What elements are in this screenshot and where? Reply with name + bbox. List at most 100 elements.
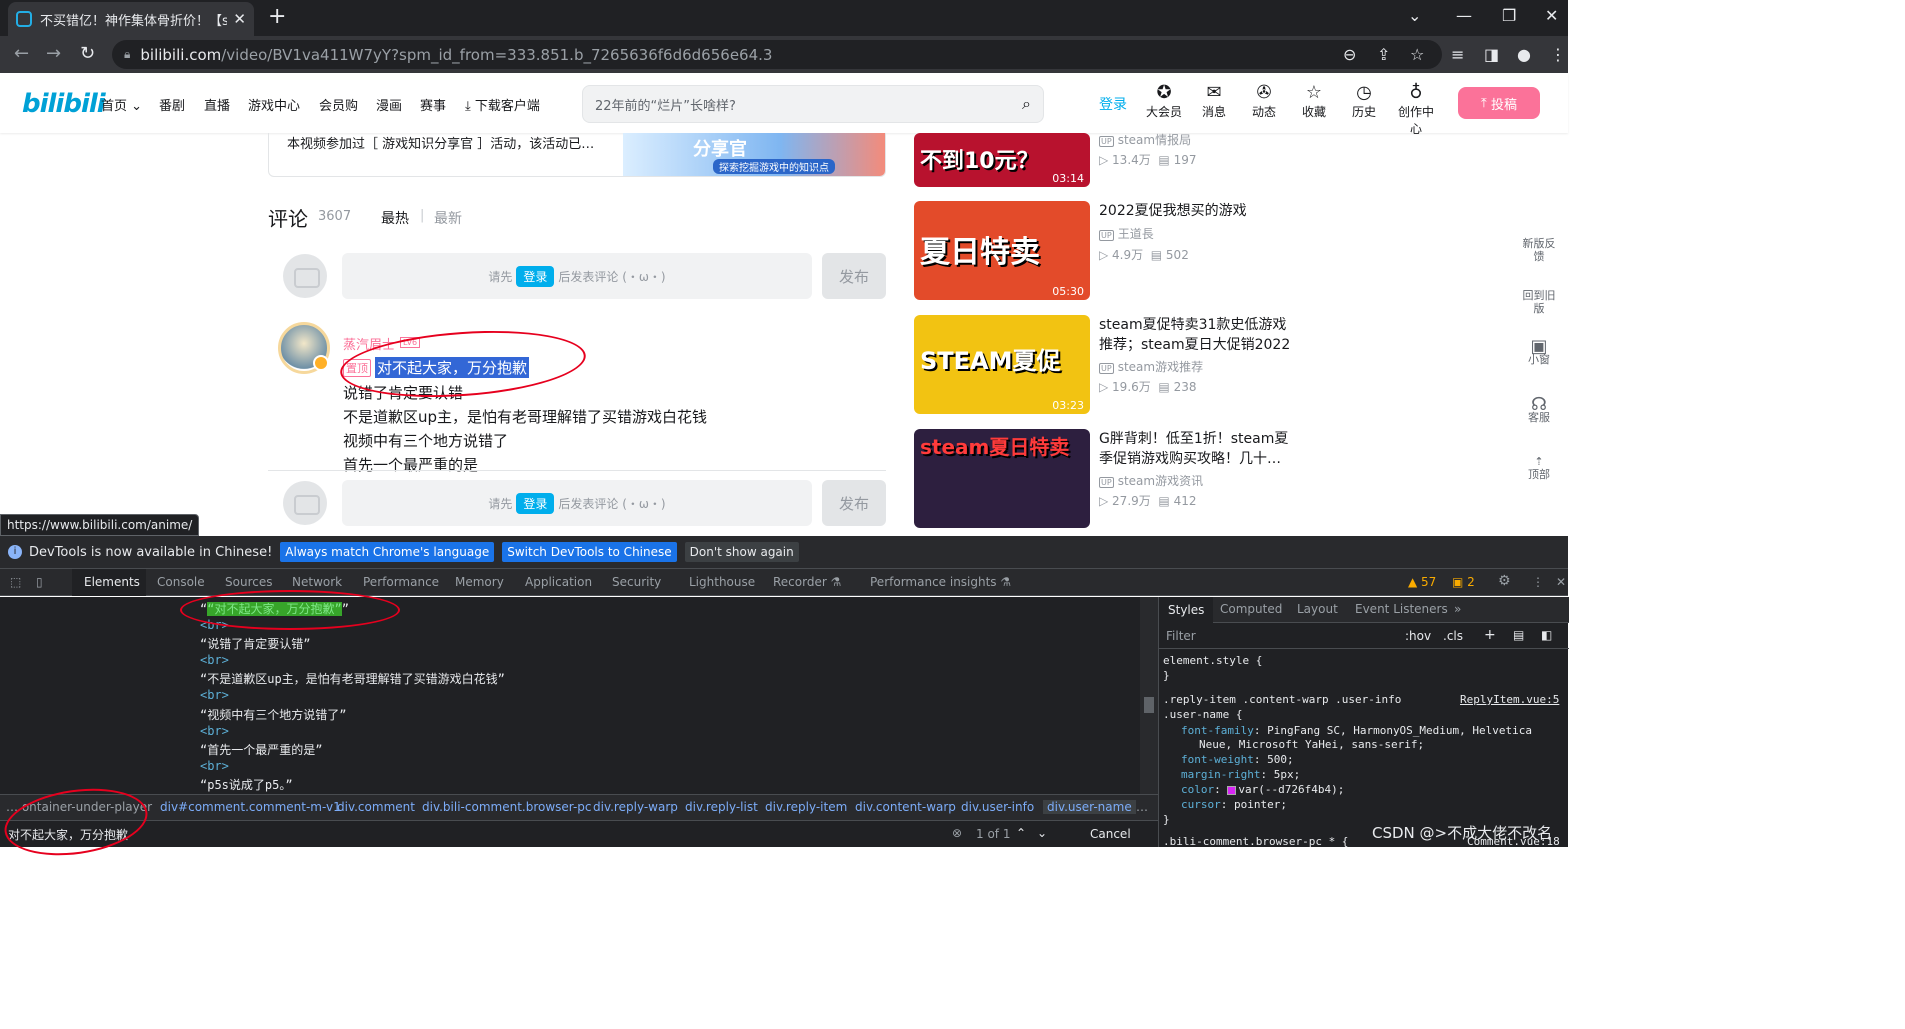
upload-button[interactable]: ⤒ 投稿 (1458, 87, 1540, 119)
video-up-name[interactable]: UP steam游戏推荐 (1099, 358, 1203, 375)
search-input[interactable]: 22年前的“烂片”长啥样? ⌕ (582, 85, 1044, 123)
nav-home[interactable]: 首页 ⌄ (101, 95, 142, 114)
new-tab-icon[interactable]: + (268, 6, 286, 28)
user-avatar[interactable] (278, 322, 330, 374)
forward-icon[interactable]: → (46, 43, 61, 64)
nav-bangumi[interactable]: 番剧 (159, 95, 185, 114)
nav-manga[interactable]: 漫画 (376, 95, 402, 114)
elements-dom-tree[interactable]: ““对不起大家，万分抱歉”” <br> “说错了肯定要认错” <br> “不是道… (0, 597, 1158, 794)
breadcrumb-item[interactable]: div#comment.comment-m-v1 (160, 800, 341, 814)
address-bar[interactable]: 🔒︎ bilibili.com /video/BV1va411W7yY?spm_… (112, 40, 1442, 69)
vip-button[interactable]: ✪ 大会员 (1144, 83, 1184, 120)
old-version-button[interactable]: 回到旧版 (1520, 289, 1558, 315)
video-thumbnail[interactable]: 夏日特卖 05:30 (914, 201, 1090, 300)
share-icon[interactable]: ⇪ (1377, 45, 1390, 64)
sort-new-tab[interactable]: 最新 (434, 208, 462, 228)
switch-chinese-button[interactable]: Switch DevTools to Chinese (502, 542, 677, 562)
favorites-button[interactable]: ☆ 收藏 (1294, 83, 1334, 120)
publish-button-bottom[interactable]: 发布 (822, 480, 886, 526)
bookmark-star-icon[interactable]: ☆ (1410, 45, 1424, 64)
bilibili-logo[interactable]: bilibili (22, 89, 106, 119)
color-swatch[interactable] (1227, 785, 1237, 795)
tab-security[interactable]: Security (612, 575, 661, 589)
dom-text-node[interactable]: “不是道歉区up主，是怕有老哥理解错了买错游戏白花钱” (200, 670, 505, 687)
inspect-element-icon[interactable]: ⬚ (10, 575, 21, 589)
dom-br-node[interactable]: <br> (200, 653, 229, 667)
tab-styles[interactable]: Styles (1159, 597, 1214, 623)
minimize-icon[interactable]: — (1456, 6, 1472, 25)
publish-button[interactable]: 发布 (822, 253, 886, 299)
search-icon[interactable]: ⌕ (1022, 94, 1031, 114)
class-toggle[interactable]: .cls (1443, 629, 1463, 643)
breadcrumb-item[interactable]: div.bili-comment.browser-pc (422, 800, 592, 814)
comment-input-box-bottom[interactable]: 请先 登录 后发表评论 (・ω・) (342, 480, 812, 526)
tab-search-icon[interactable]: ⌄ (1408, 6, 1421, 25)
previous-match-icon[interactable]: ⌃ (1016, 826, 1026, 840)
comment-login-button[interactable]: 登录 (516, 265, 555, 287)
tab-performance[interactable]: Performance (363, 575, 439, 589)
breadcrumb-item-selected[interactable]: div.user-name (1043, 800, 1136, 814)
mini-window-button[interactable]: ▣ 小窗 (1520, 338, 1558, 367)
reading-list-icon[interactable]: ≡ (1451, 45, 1464, 64)
dom-text-node[interactable]: “视频中有三个地方说错了” (200, 706, 346, 723)
toggle-sidebar-icon[interactable]: ◧ (1541, 628, 1552, 642)
comment-input-box[interactable]: 请先 登录 后发表评论 (・ω・) (342, 253, 812, 299)
next-match-icon[interactable]: ⌄ (1037, 826, 1047, 840)
sort-hot-tab[interactable]: 最热 (381, 208, 409, 228)
css-declaration[interactable]: color: var(--d726f4b4); (1181, 783, 1344, 796)
breadcrumb-item[interactable]: div.reply-item (765, 800, 847, 814)
tab-sources[interactable]: Sources (225, 575, 272, 589)
close-tab-icon[interactable]: ✕ (233, 10, 246, 28)
nav-esports[interactable]: 赛事 (420, 95, 446, 114)
dom-br-node[interactable]: <br> (200, 724, 229, 738)
tab-console[interactable]: Console (157, 575, 205, 589)
profile-icon[interactable]: ● (1517, 45, 1531, 64)
comment-login-button[interactable]: 登录 (516, 492, 555, 514)
tab-performance-insights[interactable]: Performance insights ⚗ (870, 575, 1011, 589)
reload-icon[interactable]: ↻ (80, 43, 95, 64)
activity-banner[interactable]: 本视频参加过［ 游戏知识分享官 ］活动，该活动已… 分享官 探索挖掘游戏中的知识… (268, 133, 886, 177)
video-up-name[interactable]: UP steam情报局 (1099, 131, 1191, 148)
video-title[interactable]: 2022夏促我想买的游戏 (1099, 201, 1299, 221)
styles-filter[interactable]: Filter :hov .cls + ▤ ◧ (1159, 623, 1569, 649)
tab-more[interactable]: » (1454, 602, 1461, 616)
video-title[interactable]: steam夏促特卖31款史低游戏推荐；steam夏日大促销2022 (1099, 315, 1299, 355)
tab-layout[interactable]: Layout (1297, 602, 1338, 616)
dynamics-button[interactable]: ✇ 动态 (1244, 83, 1284, 120)
nav-game-center[interactable]: 游戏中心 (248, 95, 300, 114)
add-rule-icon[interactable]: + (1484, 627, 1496, 643)
tab-elements[interactable]: Elements (72, 569, 146, 596)
feedback-button[interactable]: 新版反馈 (1520, 237, 1558, 263)
messages-button[interactable]: ✉ 消息 (1194, 83, 1234, 120)
css-declaration[interactable]: margin-right: 5px; (1181, 768, 1300, 781)
video-up-name[interactable]: UP steam游戏资讯 (1099, 472, 1203, 489)
elements-scrollbar[interactable] (1140, 597, 1158, 794)
breadcrumb-item[interactable]: div.comment (337, 800, 415, 814)
css-declaration[interactable]: font-family: PingFang SC, HarmonyOS_Medi… (1181, 724, 1532, 737)
css-declaration[interactable]: cursor: pointer; (1181, 798, 1287, 811)
color-format-icon[interactable]: ▤ (1513, 628, 1524, 642)
back-to-top-button[interactable]: ⇡ 顶部 (1520, 455, 1558, 481)
login-button[interactable]: 登录 (1099, 94, 1127, 114)
dom-text-node[interactable]: “p5s说成了p5。” (200, 776, 293, 793)
breadcrumb-item[interactable]: div.user-info (961, 800, 1034, 814)
chrome-menu-icon[interactable]: ⋮ (1550, 45, 1566, 64)
warnings-counter[interactable]: ▲ 57 (1408, 575, 1436, 589)
nav-live[interactable]: 直播 (204, 95, 230, 114)
issues-counter[interactable]: ▣ 2 (1452, 575, 1475, 589)
creator-center-button[interactable]: ♁ 创作中心 (1393, 83, 1439, 137)
customer-service-button[interactable]: ☊ 客服 (1520, 396, 1558, 425)
breadcrumb-item[interactable]: div.reply-warp (593, 800, 678, 814)
side-panel-icon[interactable]: ◨ (1484, 45, 1499, 64)
tab-recorder[interactable]: Recorder ⚗ (773, 575, 841, 589)
video-thumbnail[interactable]: steam夏日特卖 (914, 429, 1090, 528)
tab-lighthouse[interactable]: Lighthouse (689, 575, 755, 589)
css-source-link[interactable]: ReplyItem.vue:5 (1460, 693, 1559, 706)
tab-network[interactable]: Network (292, 575, 342, 589)
scroll-thumb[interactable] (1144, 697, 1154, 713)
css-declaration[interactable]: font-weight: 500; (1181, 753, 1294, 766)
devtools-close-icon[interactable]: ✕ (1556, 575, 1566, 589)
cancel-find-button[interactable]: Cancel (1090, 827, 1131, 841)
breadcrumb-item[interactable]: div.reply-list (685, 800, 758, 814)
tab-event-listeners[interactable]: Event Listeners (1355, 602, 1448, 616)
